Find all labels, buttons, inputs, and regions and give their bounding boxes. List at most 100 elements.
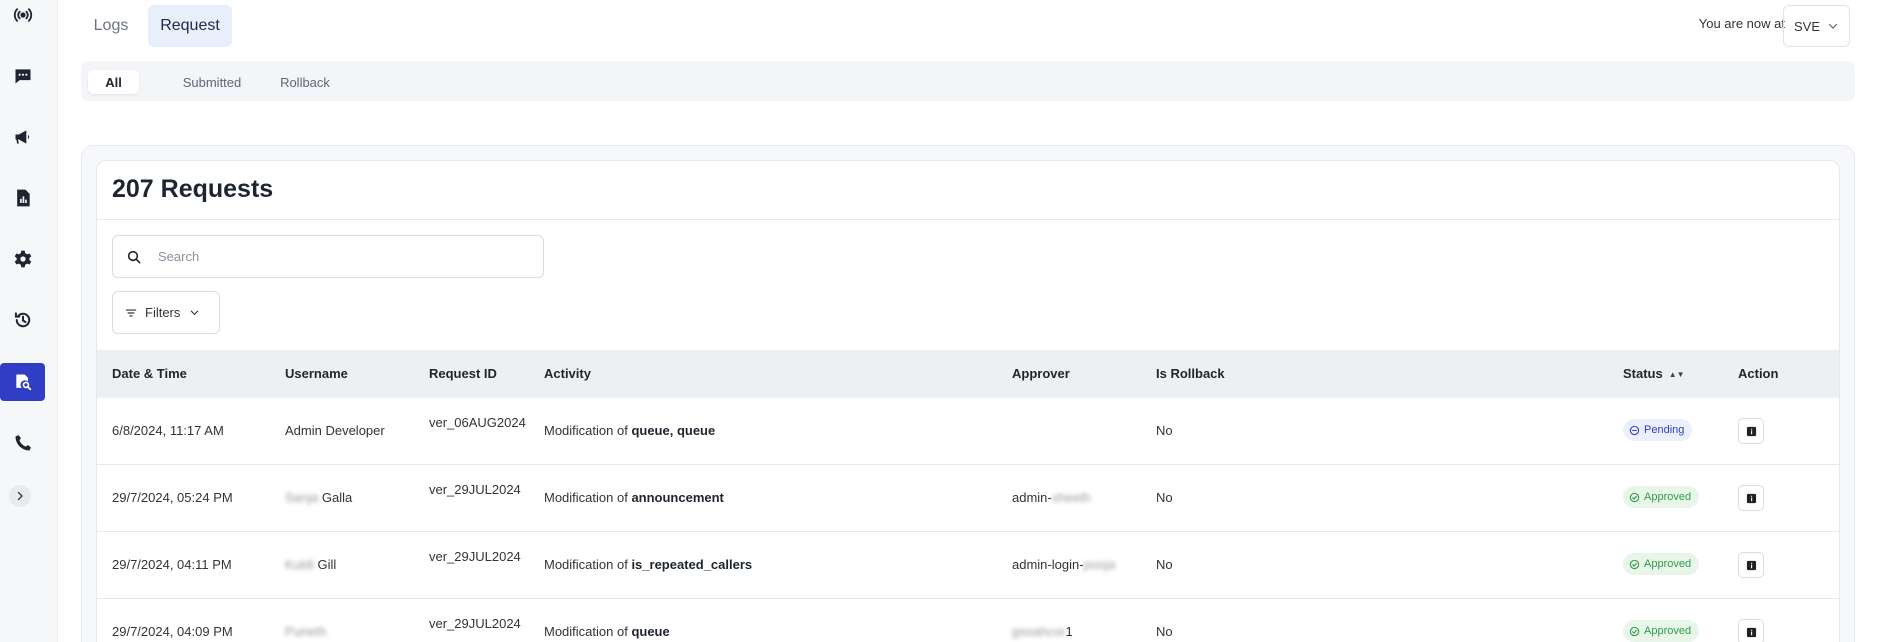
cell-username: Sanja Galla [285,490,352,505]
header-approver[interactable]: Approver [1012,366,1070,381]
chevron-down-icon [191,310,199,316]
cell-datetime: 29/7/2024, 05:24 PM [112,490,233,505]
filters-button[interactable]: Filters [112,291,220,334]
tab-request[interactable]: Request [148,5,232,47]
sidebar-item-calls[interactable] [0,424,45,462]
search-icon [127,250,141,263]
activity-target: queue [631,624,670,639]
table-row: 29/7/2024, 05:24 PM Sanja Galla ver_29JU… [97,465,1839,532]
cell-request-id: ver_29JUL2024 [429,549,521,564]
status-label: Approved [1644,558,1692,570]
info-button[interactable] [1738,619,1764,642]
subtab-submitted[interactable]: Submitted [161,70,263,94]
info-icon [1746,560,1756,570]
header-datetime[interactable]: Date & Time [112,366,187,381]
subtab-rollback[interactable]: Rollback [263,70,347,94]
sidebar [0,0,58,642]
pending-icon [1629,425,1640,435]
cell-username: Puneth [285,624,326,639]
table-row: 6/8/2024, 11:17 AM Admin Developer ver_0… [97,398,1839,465]
redacted-text: pooja [1083,557,1116,572]
activity-prefix: Modification of [544,423,632,438]
chat-icon [15,69,30,84]
activity-prefix: Modification of [544,557,632,572]
location-value: SVE [1794,18,1821,34]
header-activity[interactable]: Activity [544,366,591,381]
info-button[interactable] [1738,552,1764,578]
approver-visible: admin-login- [1012,557,1084,572]
audit-search-icon [15,374,31,391]
header-username[interactable]: Username [285,366,348,381]
activity-prefix: Modification of [544,624,632,639]
username-visible: Gill [317,557,337,572]
table-header: Date & Time Username Request ID Activity… [97,350,1839,398]
info-icon [1746,493,1756,503]
search-box[interactable] [112,235,544,278]
cell-activity: Modification of announcement [544,490,724,505]
cell-request-id: ver_29JUL2024 [429,616,521,631]
header-status[interactable]: Status ▲▼ [1623,366,1685,381]
username-visible: Galla [321,490,353,505]
cell-approver: gsoahcor1 [1012,624,1073,639]
megaphone-icon [15,130,29,144]
sidebar-item-reports[interactable] [0,179,45,217]
sidebar-item-settings[interactable] [0,240,45,278]
header-request-id[interactable]: Request ID [429,366,497,381]
cell-activity: Modification of is_repeated_callers [544,557,752,572]
redacted-text: gsoahcor [1012,624,1066,639]
table-row: 29/7/2024, 04:11 PM Kuldi Gill ver_29JUL… [97,532,1839,599]
cell-datetime: 6/8/2024, 11:17 AM [112,423,224,438]
tab-logs[interactable]: Logs [81,5,141,47]
status-badge: Approved [1623,620,1700,642]
chevron-down-icon [1829,24,1837,29]
sidebar-item-live[interactable] [0,0,45,34]
info-icon [1746,627,1756,637]
cell-activity: Modification of queue, queue [544,423,715,438]
cell-username: Kuldi Gill [285,557,336,572]
status-label: Pending [1644,424,1685,436]
request-subtabs: All Submitted Rollback [81,61,1855,101]
check-circle-icon [1629,626,1640,636]
cell-is-rollback: No [1156,557,1173,572]
header-is-rollback[interactable]: Is Rollback [1156,366,1225,381]
check-circle-icon [1629,559,1640,569]
table-row: 29/7/2024, 04:09 PM Puneth ver_29JUL2024… [97,599,1839,642]
info-button[interactable] [1738,485,1764,511]
sidebar-expand-button[interactable] [9,485,31,507]
redacted-text: Sanja [285,490,319,505]
sidebar-item-audit[interactable] [0,363,45,401]
info-button[interactable] [1738,418,1764,444]
cell-datetime: 29/7/2024, 04:11 PM [112,557,232,572]
activity-target: queue, queue [631,423,716,438]
subtab-all[interactable]: All [88,70,139,94]
sort-icon[interactable]: ▲▼ [1669,370,1685,379]
sidebar-item-history[interactable] [0,301,45,339]
header-status-label: Status [1623,366,1663,381]
cell-approver: admin-sheeth [1012,490,1091,505]
location-label: You are now at [1698,16,1785,31]
cell-is-rollback: No [1156,624,1173,639]
info-icon [1746,426,1756,436]
gear-icon [14,250,31,268]
sidebar-item-chat[interactable] [0,57,45,95]
sidebar-item-announcements[interactable] [0,118,45,156]
requests-card: 207 Requests Filters Date & Time Usernam… [96,160,1840,642]
activity-prefix: Modification of [544,490,632,505]
activity-target: announcement [631,490,724,505]
cell-is-rollback: No [1156,423,1173,438]
cell-activity: Modification of queue [544,624,670,639]
phone-icon [15,435,31,451]
filters-label: Filters [145,305,181,320]
cell-approver: admin-login-pooja [1012,557,1115,572]
redacted-text: Puneth [285,624,327,639]
requests-count-title: 207 Requests [112,175,274,203]
header-action: Action [1738,366,1779,381]
divider [97,219,1839,220]
status-badge: Approved [1623,486,1700,508]
location-select[interactable]: SVE [1783,5,1850,47]
cell-username: Admin Developer [285,423,385,438]
search-input[interactable] [158,249,538,264]
cell-request-id: ver_06AUG2024 [429,415,526,430]
approver-visible: admin- [1012,490,1052,505]
redacted-text: sheeth [1051,490,1091,505]
